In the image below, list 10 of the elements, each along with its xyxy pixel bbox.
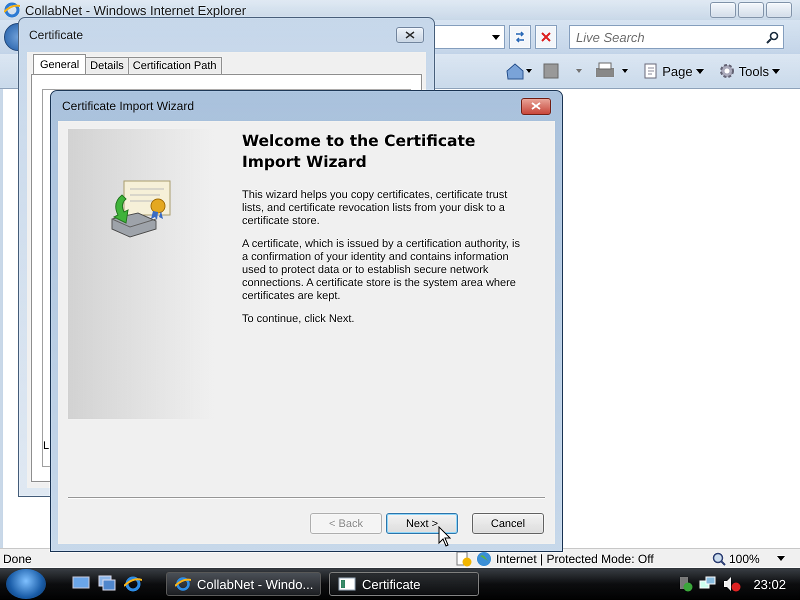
paragraph: This wizard helps you copy certificates, certificate trust lists, and certificate revocation lists from your disk to a certificate store. [242, 189, 508, 228]
paragraph: A certificate, which is issued by a certification authority, is a confirmation of your identity and contains information used to protect data or to establish secure network connections. A certificate store is the system area where certificates are kept. [242, 238, 521, 303]
paragraph: To continue, click Next. [242, 313, 356, 326]
dialog-title: Certificate [29, 28, 84, 42]
wizard-heading: Welcome to the Certificate Import Wizard [242, 131, 476, 173]
security-zone: Internet | Protected Mode: Off [496, 552, 654, 566]
status-text: Done [3, 552, 33, 566]
field-label: L [43, 440, 50, 452]
dialog-title: Certificate Import Wizard [62, 99, 194, 113]
window-title: CollabNet - Windows Internet Explorer [25, 2, 248, 18]
